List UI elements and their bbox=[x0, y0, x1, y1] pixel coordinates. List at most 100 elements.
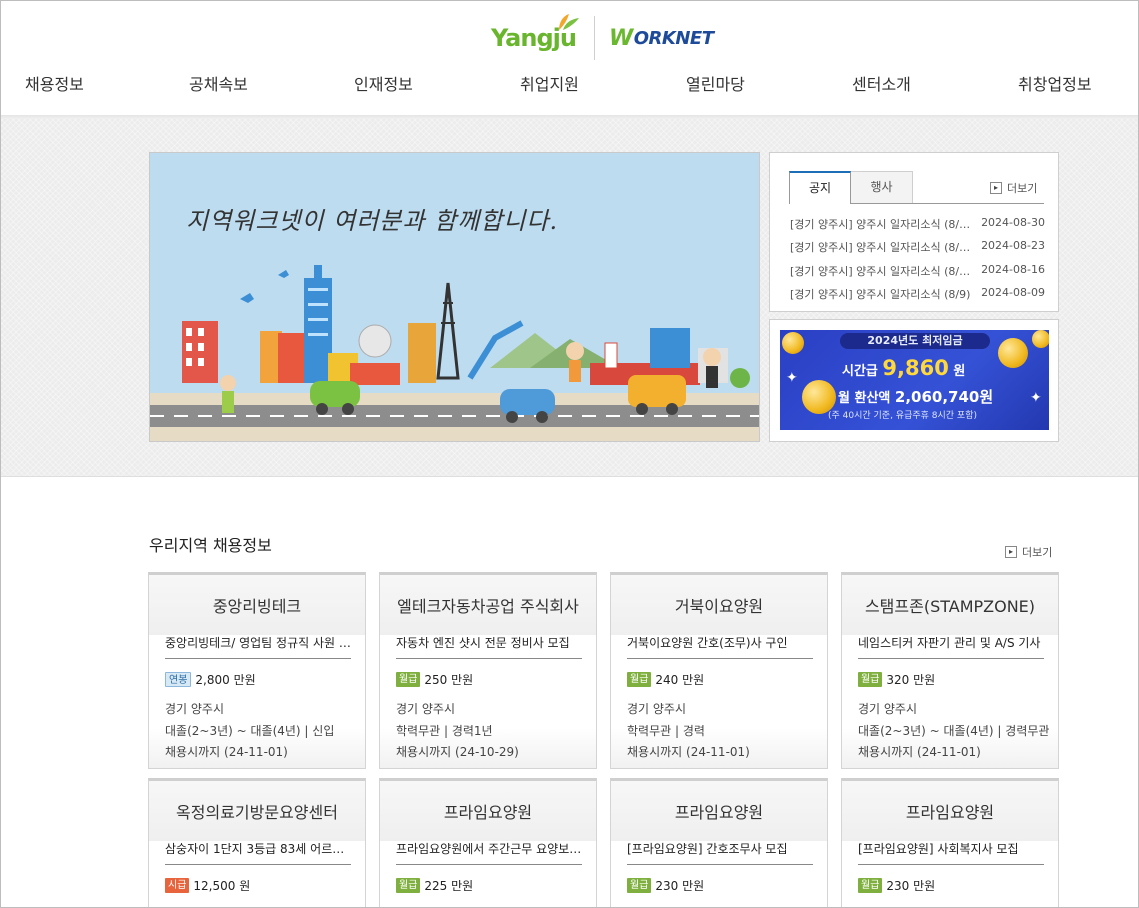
pay-type-badge: 월급 bbox=[858, 672, 883, 687]
job-card[interactable]: 프라임요양원 프라임요양원에서 주간근무 요양보호사 월급 225 만원 bbox=[379, 778, 597, 907]
logo-divider bbox=[593, 16, 595, 60]
worknet-logo-w: W bbox=[608, 25, 633, 51]
min-wage-banner[interactable]: ✦ ✦ 2024년도 최저임금 시간급 9,860 원 월 환산액 2,060,… bbox=[780, 330, 1049, 430]
job-requirements: 대졸(2~3년) ~ 대졸(4년) | 경력무관 bbox=[858, 724, 1050, 738]
job-title[interactable]: 거북이요양원 간호(조무)사 구인 bbox=[627, 633, 813, 659]
nav-item-employment-support[interactable]: 취업지원 bbox=[520, 71, 579, 95]
notice-item-title: [경기 양주시] 양주시 일자리소식 (8/16) bbox=[790, 265, 972, 278]
nav-item-startup-info[interactable]: 취창업정보 bbox=[1018, 71, 1092, 95]
job-pay: 230 만원 bbox=[886, 879, 936, 893]
job-title[interactable]: [프라임요양원] 간호조무사 모집 bbox=[627, 839, 813, 865]
coin-icon bbox=[998, 338, 1028, 368]
tab-event[interactable]: 행사 bbox=[851, 171, 913, 204]
pay-type-badge: 시급 bbox=[165, 878, 190, 893]
job-title[interactable]: 삼숭자이 1단지 3등급 83세 어르신 방문요양 bbox=[165, 839, 351, 865]
job-card[interactable]: 스탬프존(STAMPZONE) 네임스티커 자판기 관리 및 A/S 기사 월급… bbox=[841, 572, 1059, 769]
job-deadline: 채용시까지 (24-11-01) bbox=[165, 745, 288, 759]
notice-item-date: 2024-08-23 bbox=[981, 239, 1045, 252]
job-title[interactable]: 프라임요양원에서 주간근무 요양보호사 bbox=[396, 839, 582, 865]
pay-type-badge: 월급 bbox=[396, 878, 421, 893]
chevron-right-icon: ▸ bbox=[1005, 546, 1017, 558]
monthly-wage-value: 2,060,740원 bbox=[894, 388, 994, 406]
job-salary: 월급 250 만원 bbox=[396, 671, 473, 688]
hourly-wage-value: 9,860 bbox=[882, 356, 949, 380]
notice-item[interactable]: [경기 양주시] 양주시 일자리소식 (8/23) 2024-08-23 bbox=[790, 239, 1045, 255]
job-company: 프라임요양원 bbox=[905, 803, 995, 822]
job-pay: 250 만원 bbox=[424, 673, 474, 687]
job-card[interactable]: 프라임요양원 [프라임요양원] 사회복지사 모집 월급 230 만원 bbox=[841, 778, 1059, 907]
notice-more-label: 더보기 bbox=[1007, 182, 1038, 195]
job-salary: 연봉 2,800 만원 bbox=[165, 671, 256, 688]
job-title[interactable]: 자동차 엔진 샷시 전문 정비사 모집 bbox=[396, 633, 582, 659]
hourly-wage-label: 시간급 bbox=[842, 364, 878, 379]
notice-item-title: [경기 양주시] 양주시 일자리소식 (8/23) bbox=[790, 241, 972, 254]
site-header: Yangju W ORKNET 채용정보 공채속보 인재정보 취업지원 열린마당… bbox=[1, 1, 1138, 119]
chevron-right-icon: ▸ bbox=[990, 182, 1002, 194]
notice-item[interactable]: [경기 양주시] 양주시 일자리소식 (8/16) 2024-08-16 bbox=[790, 263, 1045, 279]
job-pay: 230 만원 bbox=[655, 879, 705, 893]
tab-underline bbox=[851, 203, 1044, 204]
main-visual-banner[interactable]: 지역워크넷이 여러분과 함께합니다. bbox=[149, 152, 760, 442]
monthly-wage-label: 월 환산액 bbox=[838, 391, 891, 406]
notice-item-date: 2024-08-30 bbox=[981, 216, 1045, 229]
job-card[interactable]: 중앙리빙테크 중앙리빙테크/ 영업팀 정규직 사원 모집 연봉 2,800 만원… bbox=[148, 572, 366, 769]
logo-area[interactable]: Yangju W ORKNET bbox=[491, 14, 714, 61]
coin-icon bbox=[1032, 330, 1049, 348]
job-salary: 월급 230 만원 bbox=[858, 877, 935, 894]
job-requirements: 대졸(2~3년) ~ 대졸(4년) | 신입 bbox=[165, 724, 335, 738]
city-illustration bbox=[150, 153, 759, 441]
job-requirements: 학력무관 | 경력 bbox=[627, 724, 705, 738]
nav-item-public-recruit[interactable]: 공채속보 bbox=[189, 71, 248, 95]
yangju-logo[interactable]: Yangju bbox=[491, 14, 579, 52]
job-salary: 월급 240 만원 bbox=[627, 671, 704, 688]
jobs-section-title: 우리지역 채용정보 bbox=[149, 536, 272, 555]
main-nav: 채용정보 공채속보 인재정보 취업지원 열린마당 센터소개 취창업정보 bbox=[1, 71, 1138, 103]
nav-item-jobs[interactable]: 채용정보 bbox=[25, 71, 84, 95]
job-pay: 12,500 원 bbox=[193, 879, 251, 893]
notice-more-link[interactable]: ▸ 더보기 bbox=[990, 180, 1037, 196]
job-deadline: 채용시까지 (24-10-29) bbox=[396, 745, 519, 759]
job-company: 거북이요양원 bbox=[674, 597, 764, 616]
job-title[interactable]: [프라임요양원] 사회복지사 모집 bbox=[858, 839, 1044, 865]
job-pay: 240 만원 bbox=[655, 673, 705, 687]
notice-item[interactable]: [경기 양주시] 양주시 일자리소식 (8/9) 2024-08-09 bbox=[790, 286, 1045, 302]
wage-note: (주 40시간 기준, 유급주휴 8시간 포함) bbox=[828, 411, 978, 421]
job-company: 프라임요양원 bbox=[674, 803, 764, 822]
job-deadline: 채용시까지 (24-11-01) bbox=[627, 745, 750, 759]
job-card[interactable]: 엘테크자동차공업 주식회사 자동차 엔진 샷시 전문 정비사 모집 월급 250… bbox=[379, 572, 597, 769]
worknet-logo-text: ORKNET bbox=[633, 27, 714, 49]
job-card[interactable]: 옥정의료기방문요양센터 삼숭자이 1단지 3등급 83세 어르신 방문요양 시급… bbox=[148, 778, 366, 907]
job-pay: 225 만원 bbox=[424, 879, 474, 893]
pay-type-badge: 연봉 bbox=[165, 672, 192, 687]
nav-item-center-intro[interactable]: 센터소개 bbox=[852, 71, 911, 95]
notice-item-date: 2024-08-09 bbox=[981, 286, 1045, 299]
job-card[interactable]: 거북이요양원 거북이요양원 간호(조무)사 구인 월급 240 만원 경기 양주… bbox=[610, 572, 828, 769]
coin-icon bbox=[782, 332, 804, 354]
job-title[interactable]: 네임스티커 자판기 관리 및 A/S 기사 bbox=[858, 633, 1044, 659]
hourly-wage-line: 시간급 9,860 원 bbox=[842, 356, 965, 380]
pay-type-badge: 월급 bbox=[627, 672, 652, 687]
pay-type-badge: 월급 bbox=[396, 672, 421, 687]
pay-type-badge: 월급 bbox=[858, 878, 883, 893]
job-pay: 2,800 만원 bbox=[195, 673, 256, 687]
job-title[interactable]: 중앙리빙테크/ 영업팀 정규직 사원 모집 bbox=[165, 633, 351, 659]
tab-notice[interactable]: 공지 bbox=[789, 171, 851, 204]
notice-item-title: [경기 양주시] 양주시 일자리소식 (8/30) bbox=[790, 218, 972, 231]
job-location: 경기 양주시 bbox=[396, 702, 456, 716]
jobs-more-label: 더보기 bbox=[1022, 546, 1053, 559]
job-location: 경기 양주시 bbox=[858, 702, 918, 716]
notice-item[interactable]: [경기 양주시] 양주시 일자리소식 (8/30) 2024-08-30 bbox=[790, 216, 1045, 232]
hourly-wage-unit: 원 bbox=[953, 364, 966, 379]
jobs-more-link[interactable]: ▸ 더보기 bbox=[1005, 544, 1052, 560]
notice-panel: 공지 행사 ▸ 더보기 [경기 양주시] 양주시 일자리소식 (8/30) 20… bbox=[769, 152, 1059, 312]
job-company: 엘테크자동차공업 주식회사 bbox=[397, 597, 579, 616]
sparkle-icon: ✦ bbox=[786, 370, 798, 386]
nav-item-open-forum[interactable]: 열린마당 bbox=[686, 71, 745, 95]
worknet-logo[interactable]: W ORKNET bbox=[609, 26, 714, 51]
min-wage-panel: ✦ ✦ 2024년도 최저임금 시간급 9,860 원 월 환산액 2,060,… bbox=[769, 319, 1059, 442]
job-card[interactable]: 프라임요양원 [프라임요양원] 간호조무사 모집 월급 230 만원 bbox=[610, 778, 828, 907]
job-salary: 월급 320 만원 bbox=[858, 671, 935, 688]
nav-item-talent[interactable]: 인재정보 bbox=[354, 71, 413, 95]
job-location: 경기 양주시 bbox=[165, 702, 225, 716]
job-salary: 월급 225 만원 bbox=[396, 877, 473, 894]
